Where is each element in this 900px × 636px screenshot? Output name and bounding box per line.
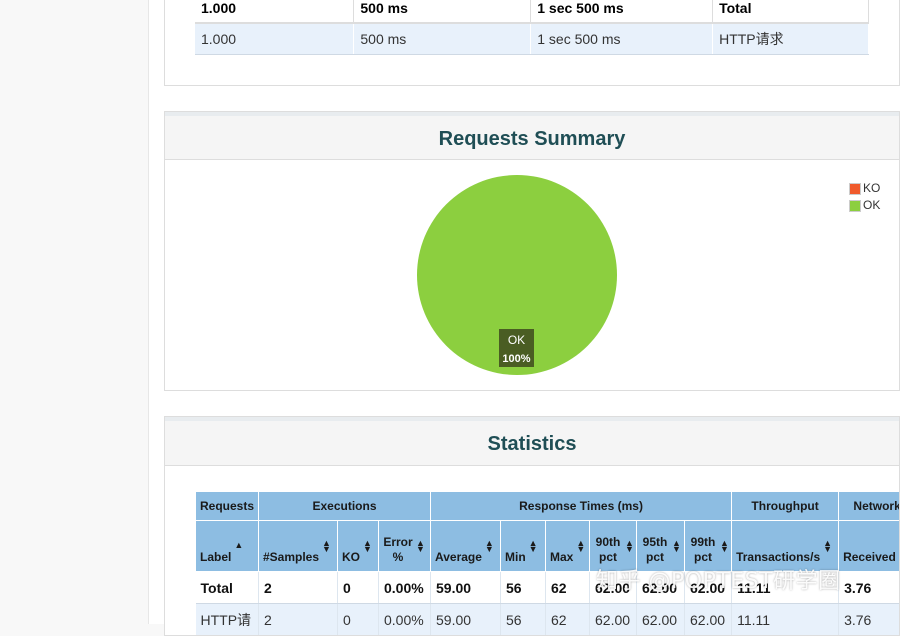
col-header-transactions[interactable]: Transactions/s▲▼ [732,521,839,572]
col-header-min[interactable]: Min▲▼ [501,521,546,572]
stats-cell: 0.00% [379,604,431,636]
apdex-row: 1.000 500 ms 1 sec 500 ms HTTP请求 [195,23,869,55]
apdex-header-cell[interactable]: Total [713,0,869,23]
stats-cell: 2 [259,604,338,636]
stats-cell: 59.00 [431,604,501,636]
apdex-cell: 1 sec 500 ms [531,23,713,55]
col-header-95th-pct[interactable]: 95th pct▲▼ [637,521,685,572]
stats-cell: 62 [546,572,590,604]
sort-icon: ▲▼ [576,540,585,552]
stats-cell: 59.00 [431,572,501,604]
stats-group-header-row: Requests Executions Response Times (ms) … [196,492,900,521]
apdex-header-cell[interactable]: 1.000 [195,0,354,23]
sort-icon: ▲▼ [485,540,494,552]
stats-cell: 0.00% [379,572,431,604]
legend-item-ok[interactable]: OK [849,197,880,214]
stats-cell: 11.11 [732,604,839,636]
apdex-cell: HTTP请求 [713,23,869,55]
col-header-99th-pct[interactable]: 99th pct▲▼ [685,521,732,572]
requests-summary-panel: Requests Summary OK 100% KO OK [164,111,900,391]
apdex-panel: 1.000 500 ms 1 sec 500 ms Total 1.000 50… [164,0,900,86]
group-header-response-times: Response Times (ms) [431,492,732,521]
col-header-ko[interactable]: KO▲▼ [338,521,379,572]
stats-cell: 62.00 [685,572,732,604]
col-header-label[interactable]: Label▲ [196,521,259,572]
apdex-header-row: 1.000 500 ms 1 sec 500 ms Total [195,0,869,23]
stats-cell: 11.11 [732,572,839,604]
apdex-header-cell[interactable]: 1 sec 500 ms [531,0,713,23]
sort-icon: ▲▼ [823,540,832,552]
apdex-cell: 1.000 [195,23,354,55]
col-header-max[interactable]: Max▲▼ [546,521,590,572]
stats-cell: Total [196,572,259,604]
group-header-network: Network [839,492,900,521]
sort-asc-icon: ▲ [234,542,243,548]
statistics-table: Requests Executions Response Times (ms) … [195,491,900,636]
statistics-panel: Statistics Requests Executions Response … [164,416,900,636]
legend-swatch-ok [849,200,861,212]
stats-cell: 0 [338,604,379,636]
col-header-90th-pct[interactable]: 90th pct▲▼ [590,521,637,572]
apdex-table: 1.000 500 ms 1 sec 500 ms Total 1.000 50… [195,0,869,55]
apdex-cell: 500 ms [354,23,531,55]
group-header-throughput: Throughput [732,492,839,521]
legend-label: KO [863,180,880,197]
statistics-title: Statistics [165,417,899,466]
col-header-samples[interactable]: #Samples▲▼ [259,521,338,572]
legend-swatch-ko [849,183,861,195]
sort-icon: ▲▼ [322,540,331,552]
group-header-executions: Executions [259,492,431,521]
pie-label-pct: 100% [502,353,530,365]
stats-cell: 62 [546,604,590,636]
sort-icon: ▲▼ [363,540,372,552]
requests-summary-pie-chart[interactable]: OK 100% [165,160,899,390]
stats-cell: 3.76 [839,604,900,636]
apdex-header-cell[interactable]: 500 ms [354,0,531,23]
col-header-received[interactable]: Received▲▼ [839,521,900,572]
requests-summary-title: Requests Summary [165,112,899,160]
stats-cell: 62.00 [637,572,685,604]
sort-icon: ▲▼ [720,540,729,552]
stats-cell: 62.00 [590,572,637,604]
stats-cell: HTTP请 [196,604,259,636]
stats-cell: 0 [338,572,379,604]
col-header-average[interactable]: Average▲▼ [431,521,501,572]
sort-icon: ▲▼ [529,540,538,552]
stats-cell: 56 [501,572,546,604]
stats-column-header-row: Label▲ #Samples▲▼ KO▲▼ Error %▲▼ Average… [196,521,900,572]
legend-item-ko[interactable]: KO [849,180,880,197]
stats-cell: 2 [259,572,338,604]
stats-cell: 56 [501,604,546,636]
stats-total-row: Total 2 0 0.00% 59.00 56 62 62.00 62.00 … [196,572,900,604]
stats-cell: 62.00 [637,604,685,636]
sort-icon: ▲▼ [672,540,681,552]
sort-icon: ▲▼ [416,540,425,552]
stats-cell: 62.00 [590,604,637,636]
stats-cell: 3.76 [839,572,900,604]
pie-label-name: OK [508,333,525,347]
pie-legend: KO OK [849,180,880,214]
legend-label: OK [863,197,880,214]
stats-data-row: HTTP请 2 0 0.00% 59.00 56 62 62.00 62.00 … [196,604,900,636]
col-header-error-pct[interactable]: Error %▲▼ [379,521,431,572]
left-sidebar-gutter [0,0,149,624]
sort-icon: ▲▼ [625,540,634,552]
stats-cell: 62.00 [685,604,732,636]
group-header-requests: Requests [196,492,259,521]
